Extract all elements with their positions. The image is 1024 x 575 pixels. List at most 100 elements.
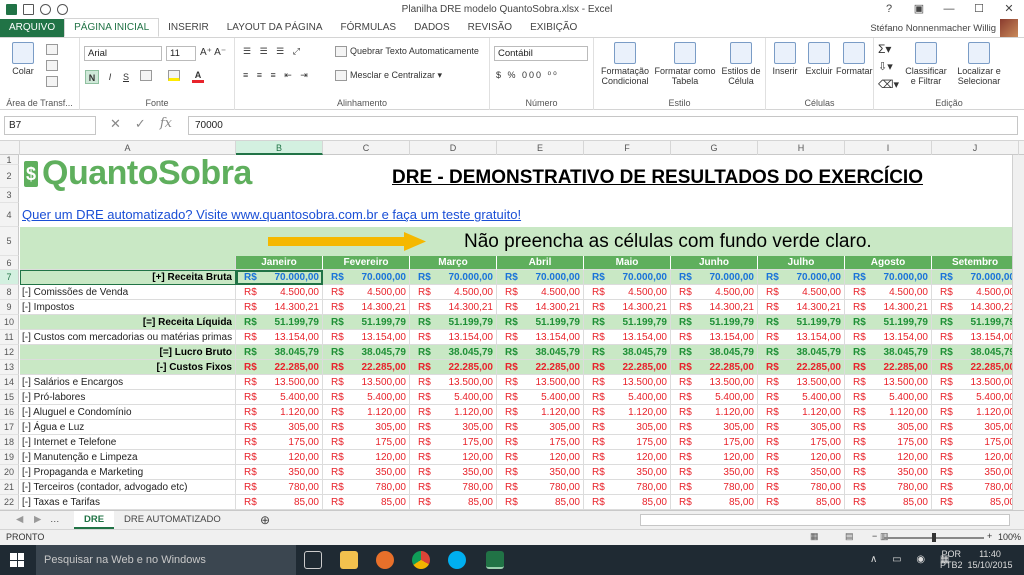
tab-file[interactable]: ARQUIVO — [0, 19, 65, 37]
value-cell[interactable]: R$ 38.045,79 — [497, 345, 584, 360]
row-label[interactable]: [-] Custos Fixos — [20, 360, 236, 375]
ribbon-display-icon[interactable]: ▣ — [904, 0, 934, 19]
value-cell[interactable]: R$ 70.000,00 — [410, 270, 497, 285]
value-cell[interactable]: R$ 350,00 — [584, 465, 671, 480]
row-header[interactable]: 14 — [0, 375, 19, 390]
row-header[interactable]: 12 — [0, 345, 19, 360]
value-cell[interactable]: R$ 85,00 — [584, 495, 671, 510]
value-cell[interactable]: R$ 38.045,79 — [758, 345, 845, 360]
conditional-format-button[interactable]: Formatação Condicional — [596, 42, 654, 86]
row-label[interactable]: [-] Pró-labores — [20, 390, 236, 405]
value-cell[interactable]: R$ 305,00 — [671, 420, 758, 435]
fill-button[interactable]: ⇩▾ — [878, 62, 893, 73]
value-cell[interactable]: R$ 120,00 — [671, 450, 758, 465]
row-label[interactable]: [-] Comissões de Venda — [20, 285, 236, 300]
value-cell[interactable]: R$ 13.500,00 — [671, 375, 758, 390]
value-cell[interactable]: R$ 51.199,79 — [932, 315, 1019, 330]
tab-formulas[interactable]: FÓRMULAS — [332, 19, 406, 37]
value-cell[interactable]: R$ 70.000,00 — [497, 270, 584, 285]
bold-button[interactable]: N — [85, 70, 99, 84]
value-cell[interactable]: R$ 13.500,00 — [845, 375, 932, 390]
value-cell[interactable]: R$ 780,00 — [584, 480, 671, 495]
value-cell[interactable]: R$ 85,00 — [758, 495, 845, 510]
tab-view[interactable]: EXIBIÇÃO — [521, 19, 586, 37]
font-color-button[interactable]: A — [192, 70, 204, 83]
number-format-buttons[interactable]: $ % 000 ⁰⁰ — [496, 70, 559, 80]
value-cell[interactable]: R$ 305,00 — [584, 420, 671, 435]
value-cell[interactable]: R$ 85,00 — [497, 495, 584, 510]
cell-styles-button[interactable]: Estilos de Célula — [718, 42, 764, 86]
value-cell[interactable]: R$ 51.199,79 — [410, 315, 497, 330]
enter-icon[interactable]: ✓ — [135, 116, 146, 132]
value-cell[interactable]: R$ 350,00 — [323, 465, 410, 480]
value-cell[interactable]: R$ 120,00 — [410, 450, 497, 465]
format-table-button[interactable]: Formatar como Tabela — [654, 42, 716, 86]
select-all-corner[interactable] — [0, 141, 20, 155]
row-header[interactable]: 1 — [0, 155, 19, 165]
redo-icon[interactable] — [57, 4, 68, 15]
value-cell[interactable]: R$ 175,00 — [932, 435, 1019, 450]
value-cell[interactable]: R$ 1.120,00 — [758, 405, 845, 420]
excel-taskbar-icon[interactable] — [486, 551, 504, 569]
row-label[interactable]: [-] Manutenção e Limpeza — [20, 450, 236, 465]
value-cell[interactable]: R$ 780,00 — [932, 480, 1019, 495]
value-cell[interactable]: R$ 1.120,00 — [584, 405, 671, 420]
value-cell[interactable]: R$ 350,00 — [410, 465, 497, 480]
value-cell[interactable]: R$ 13.154,00 — [497, 330, 584, 345]
sheet-nav-next-icon[interactable]: ▶ — [24, 511, 51, 529]
value-cell[interactable]: R$ 14.300,21 — [671, 300, 758, 315]
value-cell[interactable]: R$ 14.300,21 — [497, 300, 584, 315]
value-cell[interactable]: R$ 120,00 — [236, 450, 323, 465]
insert-cells-button[interactable]: Inserir — [768, 42, 802, 76]
value-cell[interactable]: R$ 13.154,00 — [758, 330, 845, 345]
value-cell[interactable]: R$ 13.500,00 — [323, 375, 410, 390]
value-cell[interactable]: R$ 14.300,21 — [845, 300, 932, 315]
value-cell[interactable]: R$ 38.045,79 — [323, 345, 410, 360]
value-cell[interactable]: R$ 38.045,79 — [671, 345, 758, 360]
formula-input[interactable]: 70000 — [188, 116, 1018, 135]
value-cell[interactable]: R$ 305,00 — [323, 420, 410, 435]
row-header[interactable]: 22 — [0, 495, 19, 510]
value-cell[interactable]: R$ 5.400,00 — [671, 390, 758, 405]
value-cell[interactable]: R$ 13.154,00 — [236, 330, 323, 345]
value-cell[interactable]: R$ 120,00 — [584, 450, 671, 465]
vertical-scrollbar[interactable] — [1012, 155, 1024, 510]
close-button[interactable]: ✕ — [994, 0, 1024, 19]
font-name-select[interactable]: Arial — [84, 46, 162, 61]
value-cell[interactable]: R$ 13.500,00 — [497, 375, 584, 390]
value-cell[interactable]: R$ 85,00 — [671, 495, 758, 510]
row-header[interactable]: 11 — [0, 330, 19, 345]
value-cell[interactable]: R$ 70.000,00 — [932, 270, 1019, 285]
value-cell[interactable]: R$ 1.120,00 — [932, 405, 1019, 420]
value-cell[interactable]: R$ 1.120,00 — [236, 405, 323, 420]
value-cell[interactable]: R$ 38.045,79 — [584, 345, 671, 360]
row-header[interactable]: 9 — [0, 300, 19, 315]
value-cell[interactable]: R$ 5.400,00 — [932, 390, 1019, 405]
value-cell[interactable]: R$ 22.285,00 — [845, 360, 932, 375]
value-cell[interactable]: R$ 51.199,79 — [323, 315, 410, 330]
value-cell[interactable]: R$ 14.300,21 — [758, 300, 845, 315]
value-cell[interactable]: R$ 175,00 — [410, 435, 497, 450]
value-cell[interactable]: R$ 4.500,00 — [932, 285, 1019, 300]
value-cell[interactable]: R$ 305,00 — [497, 420, 584, 435]
value-cell[interactable]: R$ 120,00 — [323, 450, 410, 465]
value-cell[interactable]: R$ 51.199,79 — [236, 315, 323, 330]
tab-page-layout[interactable]: LAYOUT DA PÁGINA — [218, 19, 332, 37]
value-cell[interactable]: R$ 120,00 — [845, 450, 932, 465]
value-cell[interactable]: R$ 175,00 — [845, 435, 932, 450]
value-cell[interactable]: R$ 13.500,00 — [932, 375, 1019, 390]
value-cell[interactable]: R$ 780,00 — [671, 480, 758, 495]
value-cell[interactable]: R$ 13.500,00 — [410, 375, 497, 390]
value-cell[interactable]: R$ 175,00 — [758, 435, 845, 450]
row-header[interactable]: 16 — [0, 405, 19, 420]
value-cell[interactable]: R$ 22.285,00 — [932, 360, 1019, 375]
italic-button[interactable]: I — [104, 70, 116, 84]
value-cell[interactable]: R$ 350,00 — [758, 465, 845, 480]
value-cell[interactable]: R$ 13.154,00 — [584, 330, 671, 345]
cancel-icon[interactable]: ✕ — [110, 116, 121, 132]
column-header[interactable]: G — [671, 141, 758, 155]
value-cell[interactable]: R$ 38.045,79 — [236, 345, 323, 360]
tab-insert[interactable]: INSERIR — [159, 19, 218, 37]
task-view-icon[interactable] — [304, 551, 322, 569]
row-header[interactable]: 21 — [0, 480, 19, 495]
